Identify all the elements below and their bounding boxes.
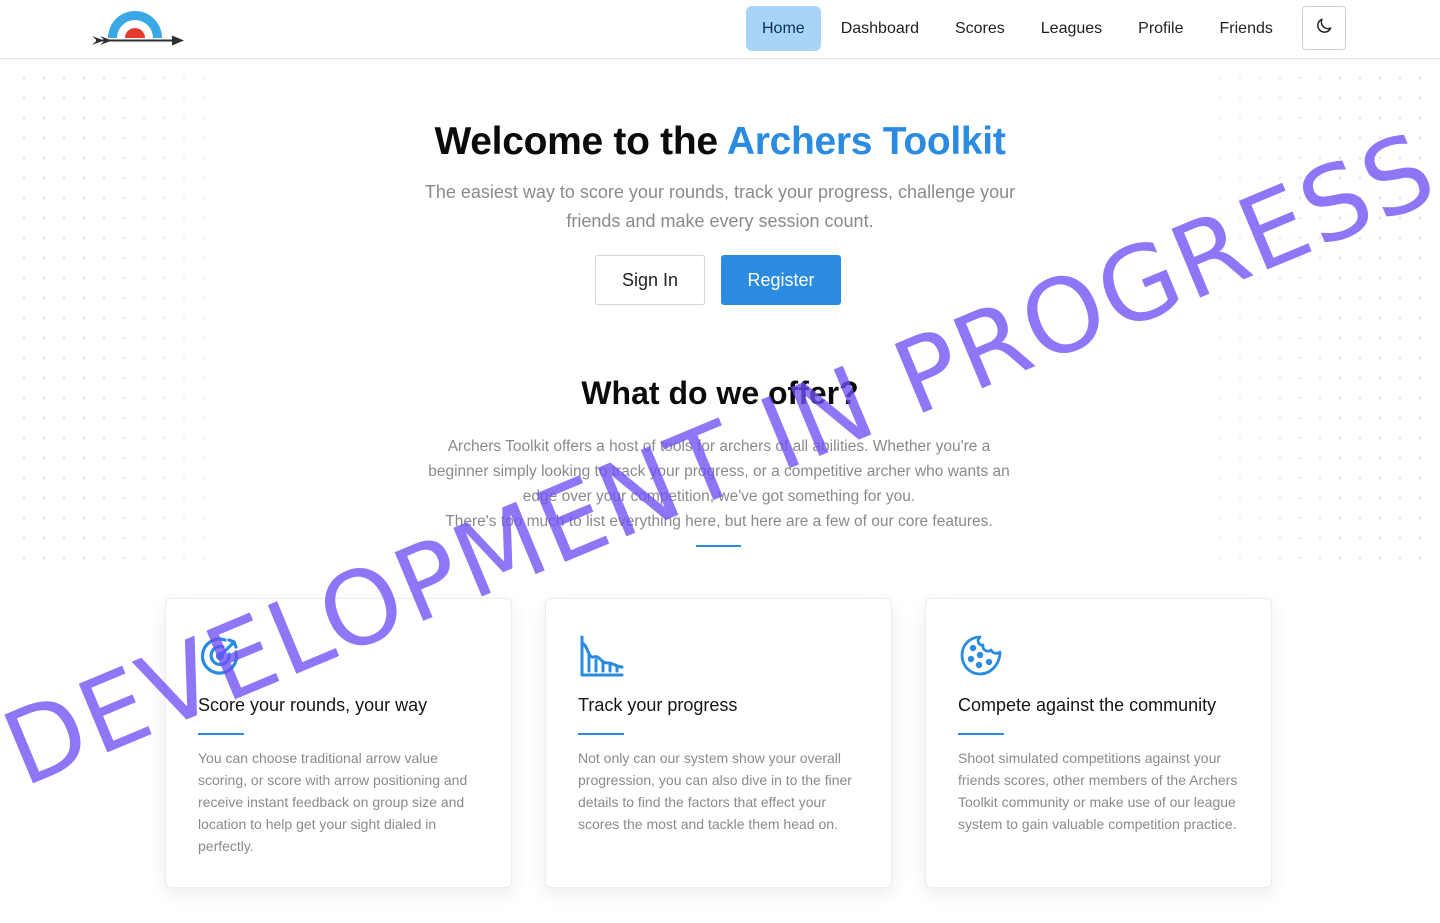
hero-title-prefix: Welcome to the — [434, 120, 718, 163]
feature-card-progress: Track your progress Not only can our sys… — [545, 598, 892, 888]
theme-toggle-button[interactable] — [1302, 6, 1346, 50]
chart-area-icon — [578, 633, 624, 679]
nav-dashboard[interactable]: Dashboard — [825, 6, 935, 51]
card-title: Compete against the community — [958, 695, 1217, 715]
hero-title: Welcome to the Archers Toolkit — [0, 120, 1440, 164]
cookie-icon — [958, 633, 1004, 679]
moon-icon — [1314, 16, 1334, 41]
hero-title-accent: Archers Toolkit — [726, 120, 1006, 163]
sign-in-button[interactable]: Sign In — [595, 255, 705, 305]
card-divider — [578, 733, 624, 735]
feature-card-scoring: Score your rounds, your way You can choo… — [165, 598, 512, 888]
card-text: Shoot simulated competitions against you… — [958, 750, 1238, 832]
offer-title: What do we offer? — [581, 375, 859, 411]
nav-leagues[interactable]: Leagues — [1025, 6, 1118, 51]
nav-scores[interactable]: Scores — [939, 6, 1021, 51]
card-text: You can choose traditional arrow value s… — [198, 750, 468, 854]
nav-profile[interactable]: Profile — [1122, 6, 1199, 51]
card-title: Score your rounds, your way — [198, 695, 428, 715]
card-divider — [958, 733, 1004, 735]
feature-card-compete: Compete against the community Shoot simu… — [925, 598, 1272, 888]
offer-text-2: There's too much to list everything here… — [445, 513, 993, 530]
target-arrow-icon — [198, 633, 244, 679]
nav-home[interactable]: Home — [746, 6, 821, 51]
hero-subtitle: The easiest way to score your rounds, tr… — [424, 182, 1016, 231]
offer-description: Archers Toolkit offers a host of tools f… — [420, 434, 1018, 534]
nav-friends[interactable]: Friends — [1204, 6, 1289, 51]
main-nav: Home Dashboard Scores Leagues Profile Fr… — [746, 6, 1293, 51]
card-text: Not only can our system show your overal… — [578, 750, 852, 832]
offer-text-1: Archers Toolkit offers a host of tools f… — [428, 438, 1010, 505]
archers-toolkit-logo[interactable] — [88, 6, 188, 50]
register-button[interactable]: Register — [721, 255, 841, 305]
card-divider — [198, 733, 244, 735]
card-title: Track your progress — [578, 695, 738, 715]
top-navbar: Home Dashboard Scores Leagues Profile Fr… — [0, 0, 1440, 59]
offer-divider — [696, 545, 741, 547]
